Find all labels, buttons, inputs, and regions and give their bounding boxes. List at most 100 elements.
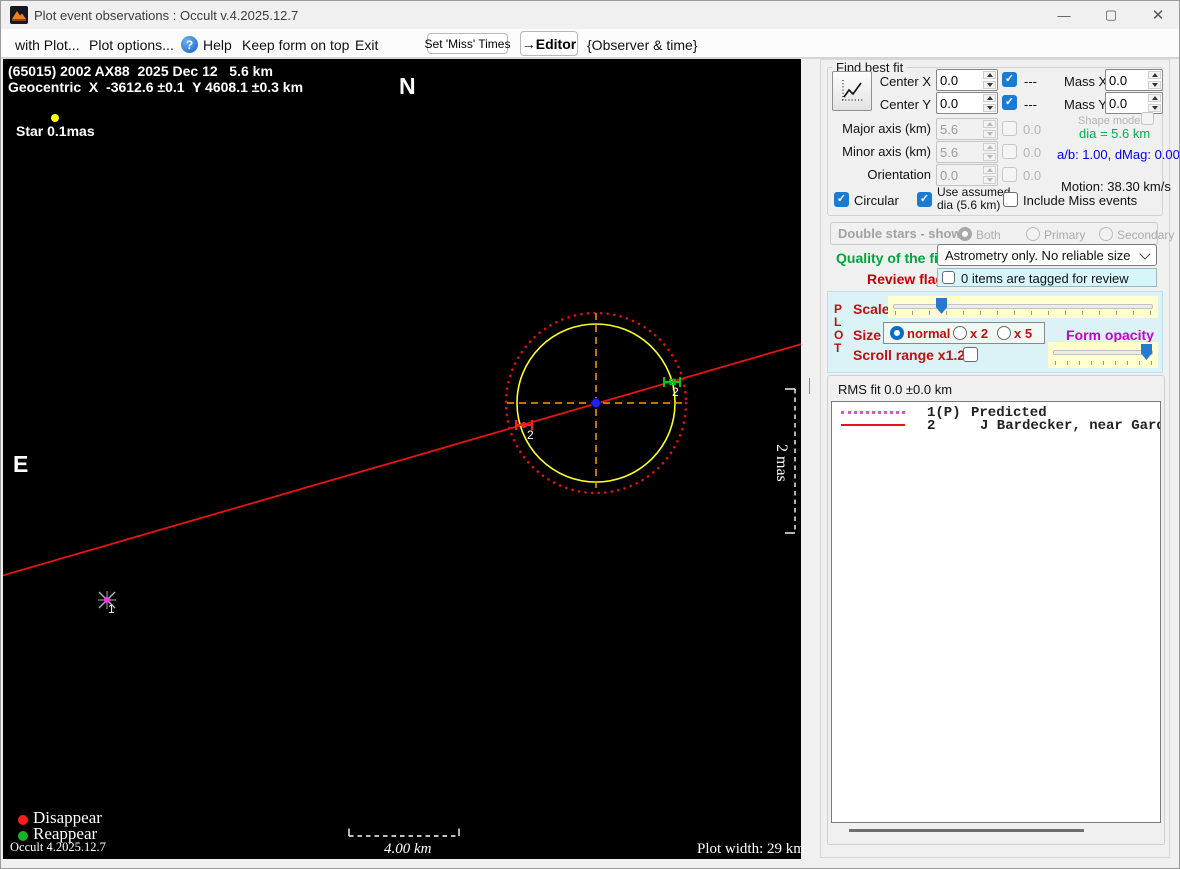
size-normal-radio[interactable] [890, 326, 904, 340]
maximize-icon[interactable]: ▢ [1088, 1, 1134, 29]
list-item[interactable]: 1(P) Predicted [832, 405, 1160, 421]
disappear-number-label: 2 [527, 428, 534, 442]
center-y-spinner[interactable] [982, 93, 997, 113]
observations-list[interactable]: 1(P) Predicted 2 J Bardecker, near Gardn [831, 401, 1161, 823]
double-stars-primary-label: Primary [1044, 228, 1086, 242]
major-axis-checkbox [1002, 121, 1017, 136]
plot-header-line1: (65015) 2002 AX88 2025 Dec 12 5.6 km [8, 63, 273, 79]
scroll-range-checkbox[interactable] [963, 347, 978, 362]
list-item[interactable]: 2 J Bardecker, near Gardn [832, 418, 1161, 434]
double-stars-title: Double stars - show [838, 226, 962, 241]
east-label: E [13, 451, 29, 477]
circular-checkbox[interactable]: ✓ [834, 192, 849, 207]
orientation-input [936, 164, 998, 186]
mas-scale-label: 2 mas [773, 444, 790, 482]
use-assumed-label-1: Use assumed [937, 185, 1011, 199]
major-axis-aux: 0.0 [1023, 122, 1042, 137]
minimize-icon[interactable]: — [1041, 1, 1087, 29]
quality-fit-label: Quality of the fit [836, 250, 943, 266]
splitter-handle[interactable] [809, 378, 810, 394]
size-normal-label: normal [907, 326, 951, 341]
orientation-label: Orientation [867, 167, 931, 182]
major-axis-label: Major axis (km) [842, 121, 931, 136]
double-stars-both-label: Both [976, 228, 1001, 242]
predicted-line-sample [841, 411, 905, 414]
include-miss-label: Include Miss events [1023, 193, 1138, 208]
minor-axis-input [936, 141, 998, 163]
quality-fit-dropdown[interactable]: Astrometry only. No reliable size [937, 244, 1157, 266]
scale-slider[interactable] [888, 296, 1158, 318]
menu-with-plot[interactable]: with Plot... [15, 37, 80, 53]
hscrollbar-thumb[interactable] [849, 829, 1084, 832]
center-y-flag: --- [1024, 97, 1037, 112]
set-miss-times-button[interactable]: Set 'Miss' Times [425, 33, 510, 54]
orientation-checkbox [1002, 167, 1017, 182]
title-bar: Plot event observations : Occult v.4.202… [1, 1, 1179, 29]
menu-exit[interactable]: Exit [355, 37, 378, 53]
plot-canvas[interactable]: (65015) 2002 AX88 2025 Dec 12 5.6 km Geo… [2, 59, 805, 859]
mass-y-label: Mass Y [1064, 97, 1108, 112]
major-axis-input [936, 118, 998, 140]
mass-y-input[interactable] [1105, 92, 1163, 114]
center-x-flag: --- [1024, 74, 1037, 89]
plot-width-label: Plot width: 29 km [697, 841, 805, 857]
plot-letter-l: L [834, 315, 842, 329]
dia-text: dia = 5.6 km [1079, 126, 1151, 141]
ab-text: a/b: 1.00, dMag: 0.00 [1057, 147, 1180, 162]
menu-keep-on-top[interactable]: Keep form on top [242, 37, 349, 53]
double-stars-both-radio [958, 227, 972, 241]
editor-button[interactable]: →Editor [520, 31, 578, 56]
mass-x-label: Mass X [1064, 74, 1108, 89]
size-x2-radio[interactable] [953, 326, 967, 340]
plot-letter-p: P [834, 302, 843, 316]
list-hscrollbar[interactable] [832, 824, 1160, 838]
chord1-number-label: 1 [108, 602, 115, 616]
north-label: N [399, 73, 416, 99]
disappear-dot-icon [18, 815, 28, 825]
double-stars-primary-radio [1026, 227, 1040, 241]
minor-axis-checkbox [1002, 144, 1017, 159]
observation-name: J Bardecker, near Gardn [980, 418, 1161, 434]
size-x5-radio[interactable] [997, 326, 1011, 340]
form-opacity-track[interactable] [1053, 350, 1153, 355]
center-x-checkbox[interactable]: ✓ [1002, 72, 1017, 87]
use-assumed-checkbox[interactable]: ✓ [917, 192, 932, 207]
center-dot[interactable] [591, 398, 601, 408]
center-x-label: Center X [879, 74, 931, 89]
scale-slider-track[interactable] [893, 304, 1153, 309]
mass-x-input[interactable] [1105, 69, 1163, 91]
center-x-input[interactable] [936, 69, 998, 91]
app-window: Plot event observations : Occult v.4.202… [0, 0, 1180, 869]
circular-label: Circular [854, 193, 899, 208]
observer-time-label[interactable]: {Observer & time} [587, 37, 698, 53]
shape-model-checkbox [1141, 112, 1154, 125]
plot-version-label: Occult 4.2025.12.7 [10, 840, 106, 854]
help-icon[interactable]: ? [181, 36, 198, 53]
star-label: Star 0.1mas [16, 123, 95, 139]
form-opacity-ticks [1055, 361, 1154, 365]
form-opacity-slider[interactable] [1048, 342, 1158, 368]
window-title: Plot event observations : Occult v.4.202… [34, 8, 299, 23]
scroll-range-label: Scroll range x1.25 [853, 347, 973, 363]
mass-x-spinner[interactable] [1147, 70, 1162, 90]
center-y-checkbox[interactable]: ✓ [1002, 95, 1017, 110]
plot-drawing [2, 114, 802, 837]
close-icon[interactable]: ✕ [1135, 1, 1179, 29]
minor-axis-label: Minor axis (km) [842, 144, 931, 159]
center-y-input[interactable] [936, 92, 998, 114]
observation-id: 2 [927, 418, 936, 434]
menu-help[interactable]: Help [203, 37, 232, 53]
center-x-spinner[interactable] [982, 70, 997, 90]
mass-y-spinner[interactable] [1147, 93, 1162, 113]
menu-plot-options[interactable]: Plot options... [89, 37, 174, 53]
form-opacity-thumb[interactable] [1141, 344, 1152, 360]
reappear-number-label: 2 [672, 385, 679, 399]
orientation-aux: 0.0 [1023, 168, 1042, 183]
star-dot [51, 114, 59, 122]
size-label: Size [853, 327, 882, 343]
review-flags-checkbox[interactable] [942, 271, 955, 284]
plot-header-line2: Geocentric X -3612.6 ±0.1 Y 4608.1 ±0.3 … [8, 79, 304, 95]
use-assumed-label-2: dia (5.6 km) [937, 198, 1001, 212]
include-miss-checkbox[interactable] [1003, 192, 1018, 207]
scale-slider-ticks [895, 311, 1154, 315]
